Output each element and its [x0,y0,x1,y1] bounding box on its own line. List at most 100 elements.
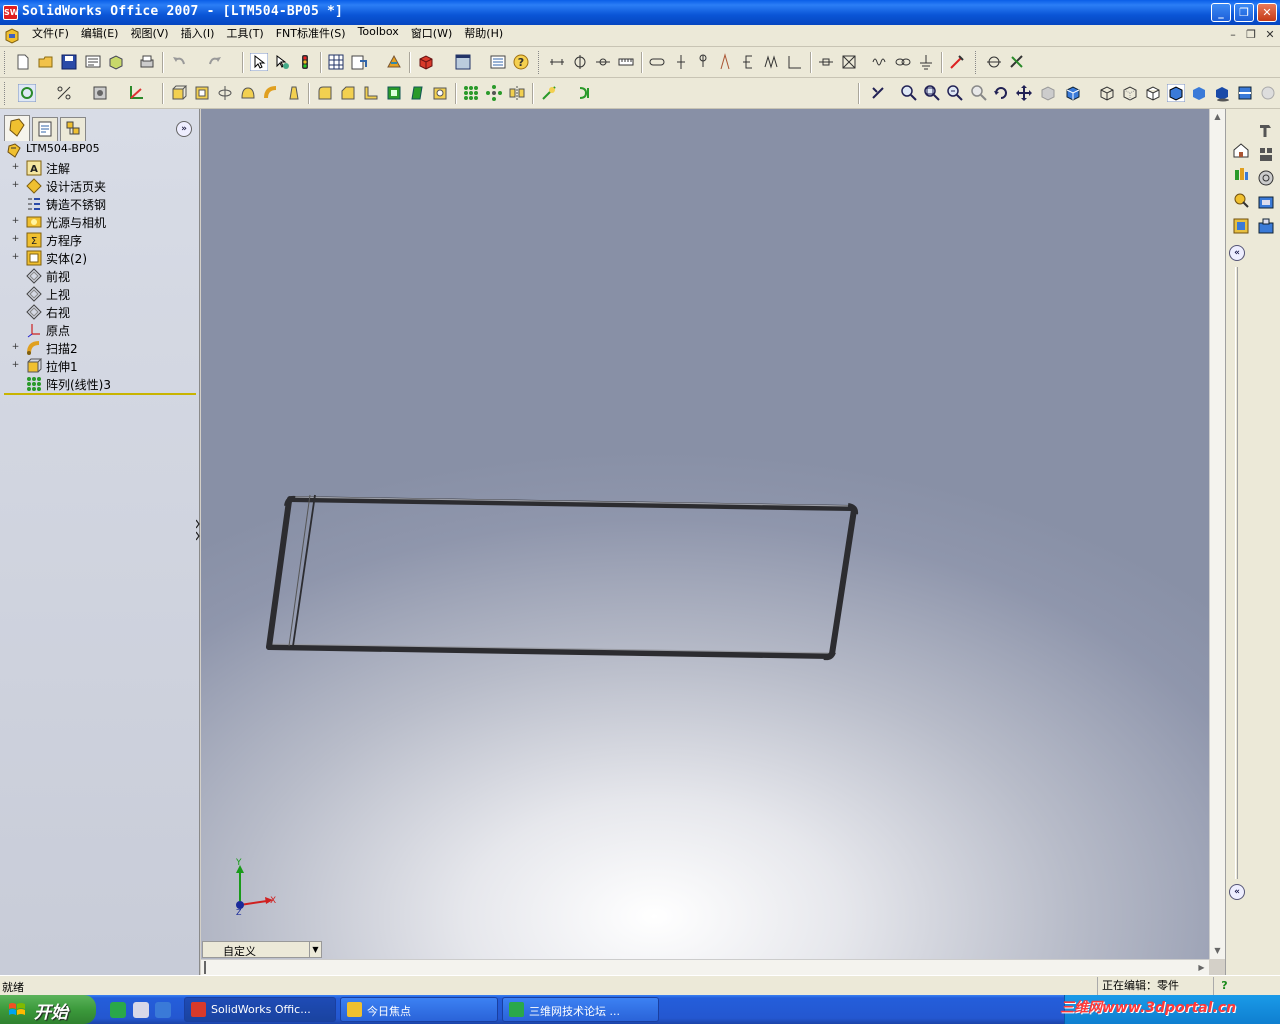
taskbar-button[interactable]: SolidWorks Offic... [184,997,336,1022]
tree-root-part[interactable]: LTM504-BP05 [0,141,198,159]
menu-item[interactable]: FNT标准件(S) [270,25,352,47]
hidden-lines-visible-icon[interactable] [1121,84,1139,102]
coincident-icon[interactable] [571,53,589,71]
configuration-dropdown[interactable]: 自定义 ▼ [202,941,322,958]
mirror-icon[interactable] [508,84,526,102]
menu-item[interactable]: 帮助(H) [458,25,509,47]
toolbar-grip[interactable] [4,82,7,105]
frame-icon[interactable] [840,53,858,71]
menu-item[interactable]: 工具(T) [220,25,269,47]
linear-pattern-toolbar-icon[interactable] [462,84,480,102]
doc-close-button[interactable]: ✕ [1262,28,1278,43]
scroll-right-icon[interactable]: ▶ [1194,960,1209,975]
expand-toggle-icon[interactable]: + [11,217,20,226]
save-icon[interactable] [60,53,78,71]
expand-toggle-icon[interactable]: + [11,163,20,172]
tree-item[interactable]: 铸造不锈钢 [0,195,198,213]
link-icon[interactable] [817,53,835,71]
drawing-from-part-icon[interactable] [84,53,102,71]
multi-jog-icon[interactable] [763,53,781,71]
minimize-button[interactable]: _ [1211,3,1231,22]
smart-dimension-icon[interactable] [55,84,73,102]
weld-icon[interactable] [716,53,734,71]
undo-icon[interactable] [170,53,188,71]
window-layout-icon[interactable] [454,53,472,71]
chain-icon[interactable] [894,53,912,71]
centerline-icon[interactable] [672,53,690,71]
chevron-down-icon[interactable]: ▼ [309,942,321,957]
select-filter-icon[interactable] [273,53,291,71]
tab-configuration-manager[interactable] [60,117,86,141]
shadows-icon[interactable] [1213,84,1231,102]
expand-toggle-icon[interactable]: + [11,343,20,352]
macro-run-icon[interactable] [1008,53,1026,71]
design-library-icon[interactable] [1232,191,1250,209]
taskpane-collapse-button[interactable]: « [1229,245,1245,261]
taskpane-expand-button[interactable]: « [1229,884,1245,900]
hole-wizard-icon[interactable] [431,84,449,102]
revolve-icon[interactable] [216,84,234,102]
restore-button[interactable]: ❐ [1234,3,1254,22]
status-help-icon[interactable]: ? [1213,977,1235,995]
tree-item[interactable]: + Σ 方程序 [0,231,198,249]
assembly-from-part-icon[interactable] [107,53,125,71]
tree-item[interactable]: + A 注解 [0,159,198,177]
shaded-icon[interactable] [1190,84,1208,102]
menu-item[interactable]: 文件(F) [26,25,75,47]
menu-item[interactable]: Toolbox [352,25,405,47]
quicklaunch-browser-icon[interactable] [110,1002,126,1018]
extruded-boss-icon[interactable] [170,84,188,102]
solidworks-menu-icon[interactable] [4,28,20,44]
zoom-in-out-icon[interactable] [946,84,964,102]
home-icon[interactable] [1232,141,1250,159]
taskbar-button[interactable]: 今日焦点 [340,997,498,1022]
rotate-view-icon[interactable] [992,84,1010,102]
appearances-icon[interactable] [1257,193,1275,211]
custom-properties-icon[interactable] [1257,217,1275,235]
view-orientation-grey-icon[interactable] [1039,84,1057,102]
hammer-icon[interactable] [1257,121,1275,139]
smart-tool-icon[interactable] [948,53,966,71]
toolbar-grip[interactable] [4,51,7,74]
chamfer-icon[interactable] [339,84,357,102]
solidworks-resources-icon[interactable] [1232,165,1250,183]
tree-item[interactable]: 前视 [0,267,198,285]
menu-item[interactable]: 编辑(E) [75,25,125,47]
tree-item[interactable]: 右视 [0,303,198,321]
grid-options-icon[interactable] [327,53,345,71]
quicklaunch-ie-icon[interactable] [155,1002,171,1018]
measure-icon[interactable] [594,53,612,71]
toolbox-icon[interactable] [1257,145,1275,163]
tree-item[interactable]: 阵列(线性)3 [0,375,198,393]
rollback-bar[interactable] [4,393,196,395]
menu-item[interactable]: 插入(I) [175,25,221,47]
doc-restore-button[interactable]: ❐ [1243,28,1259,43]
panel-collapse-button[interactable]: » [176,121,192,137]
tree-item[interactable]: 原点 [0,321,198,339]
expand-toggle-icon[interactable]: + [11,181,20,190]
sweep-toolbar-icon[interactable] [262,84,280,102]
toolbar-grip[interactable] [538,51,541,74]
tab-feature-manager[interactable] [4,115,30,141]
file-properties-icon[interactable] [350,53,368,71]
angle-icon[interactable] [786,53,804,71]
shaded-with-edges-icon[interactable] [1167,84,1185,102]
tree-item[interactable]: + 光源与相机 [0,213,198,231]
part-model[interactable] [201,109,1209,959]
horizontal-scrollbar[interactable]: ▶ [201,959,1209,975]
rib-icon[interactable] [362,84,380,102]
redo-icon[interactable] [206,53,224,71]
expand-toggle-icon[interactable]: + [11,253,20,262]
macro-icon[interactable] [985,53,1003,71]
wireframe-icon[interactable] [1098,84,1116,102]
tree-item[interactable]: + 设计活页夹 [0,177,198,195]
frame-tube-left[interactable] [266,498,292,650]
scroll-down-icon[interactable]: ▼ [1210,943,1225,958]
file-explorer-icon[interactable] [1232,217,1250,235]
dimension-icon[interactable] [548,53,566,71]
help-icon[interactable]: ? [512,53,530,71]
solidworks-app-icon[interactable]: SW [3,5,19,20]
print-icon[interactable] [138,53,156,71]
tab-property-manager[interactable] [32,117,58,141]
frame-tube-top[interactable] [287,496,854,511]
